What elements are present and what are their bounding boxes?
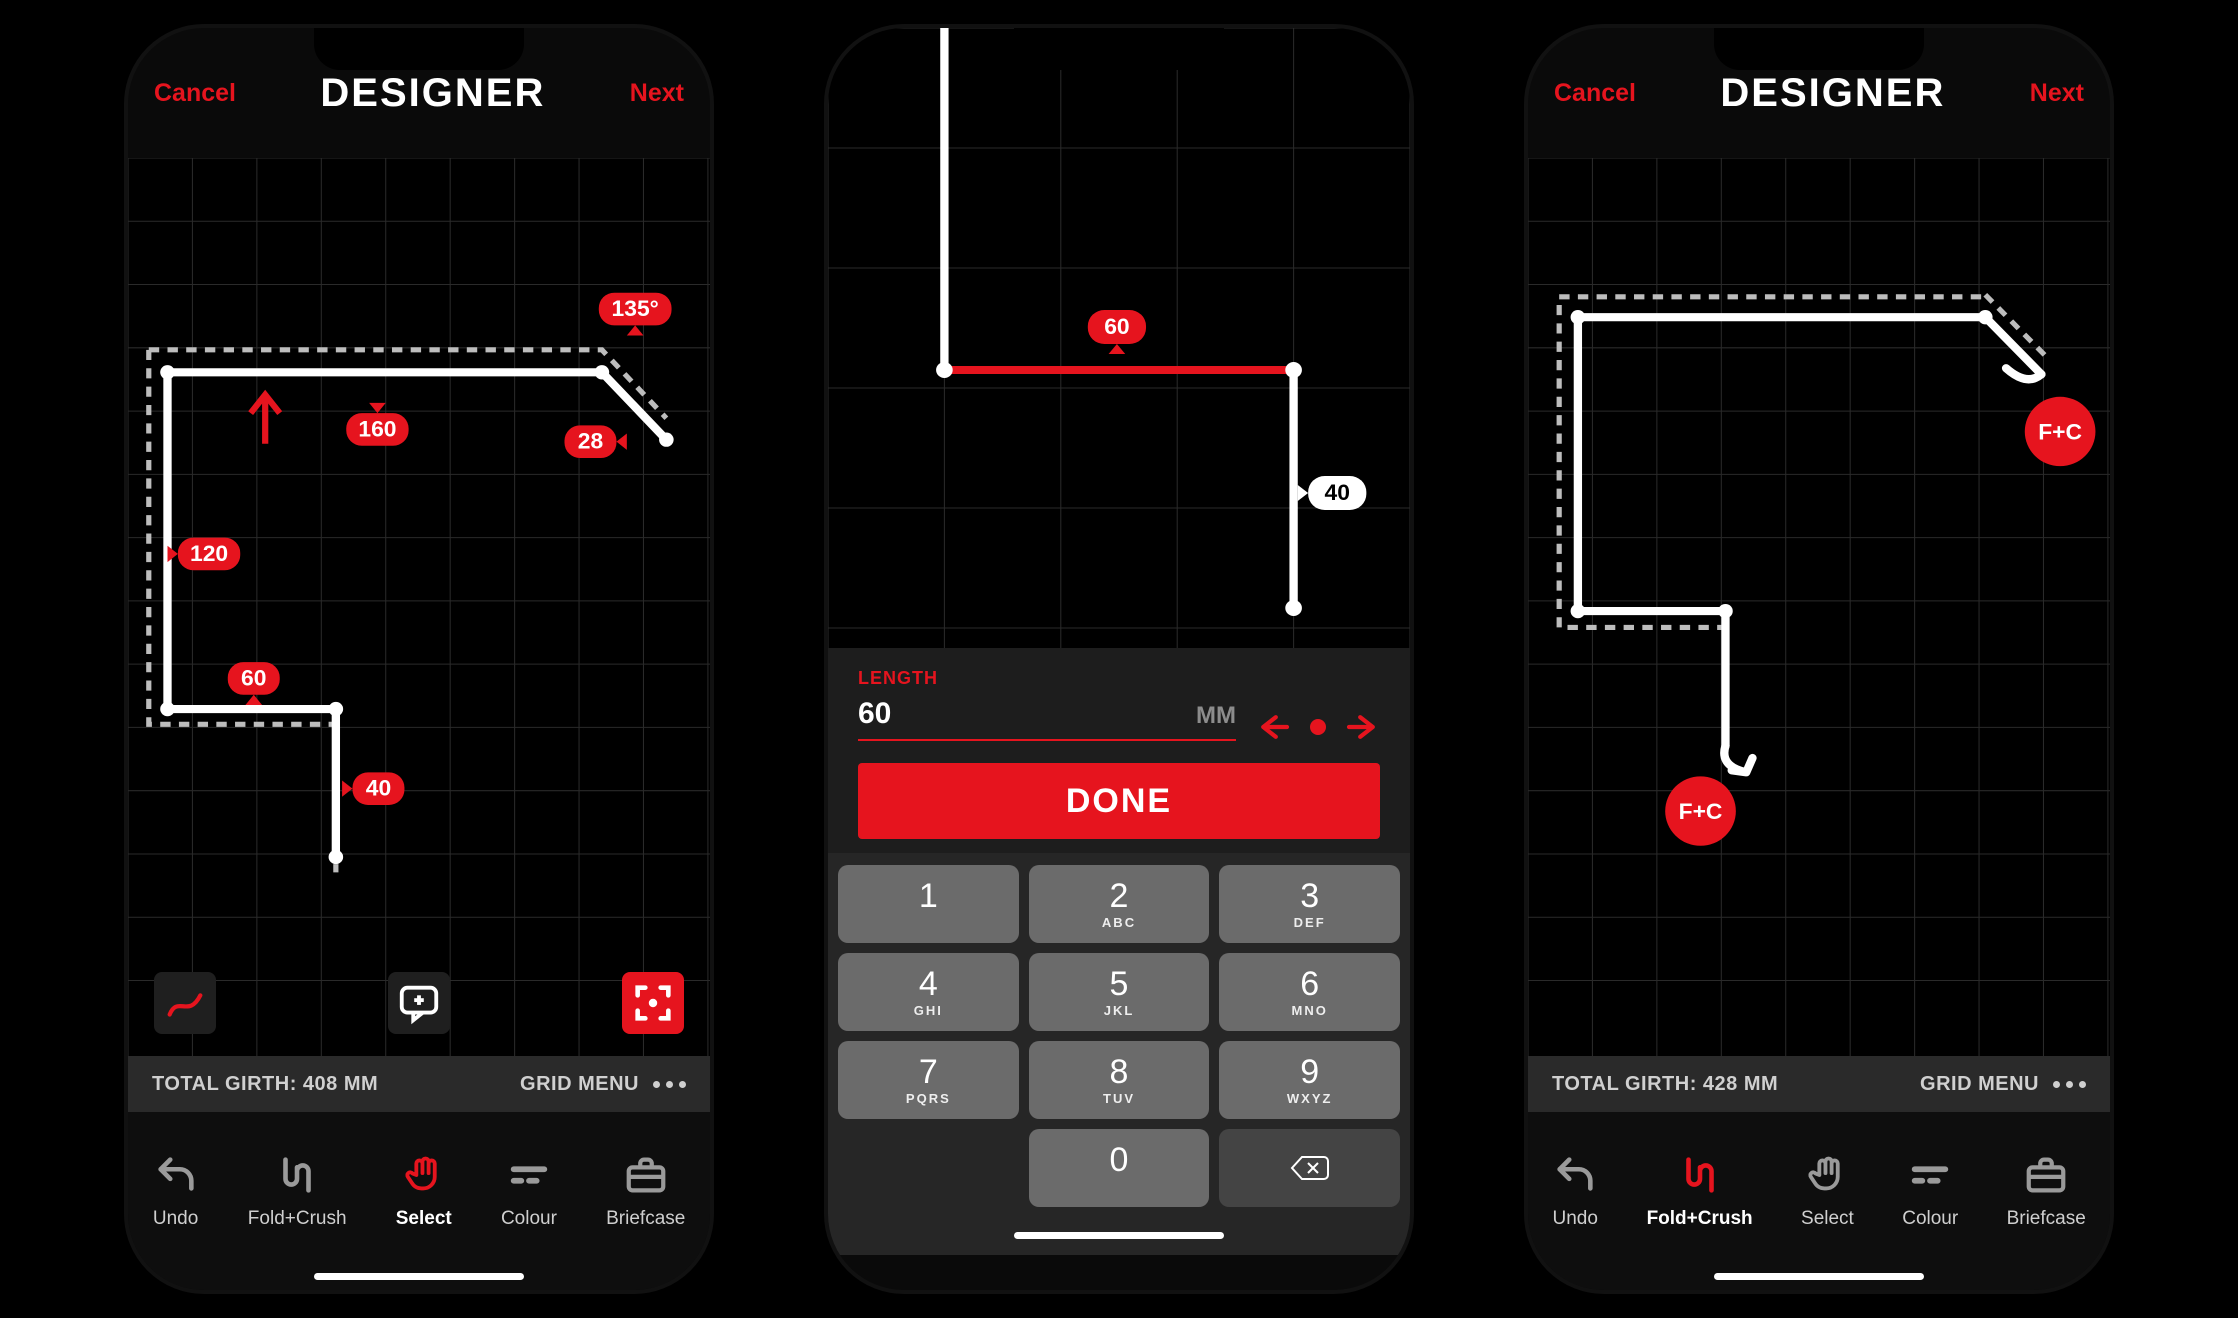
briefcase-icon	[623, 1152, 669, 1198]
svg-text:28: 28	[578, 428, 603, 454]
grid-menu-button[interactable]: GRID MENU	[1920, 1073, 2039, 1096]
backspace-icon	[1290, 1153, 1330, 1183]
length-label: LENGTH	[858, 668, 1236, 689]
bottom-toolbar: Undo Fold+Crush Select Colour Briefcase	[1528, 1112, 2110, 1262]
status-bar: TOTAL GIRTH: 428 MM GRID MENU	[1528, 1056, 2110, 1112]
svg-text:F+C: F+C	[2038, 419, 2082, 445]
segment-indicator-dot	[1310, 719, 1326, 735]
svg-text:40: 40	[366, 775, 391, 801]
toolbar-briefcase[interactable]: Briefcase	[2007, 1152, 2086, 1230]
select-hand-icon	[1804, 1152, 1850, 1198]
phone-length-entry: 60 40 LENGTH 60 MM	[824, 24, 1414, 1294]
cancel-button[interactable]: Cancel	[1554, 79, 1636, 108]
notch	[1014, 28, 1224, 70]
toolbar-select[interactable]: Select	[396, 1152, 452, 1230]
svg-text:135°: 135°	[612, 295, 659, 321]
design-canvas-zoom[interactable]: 60 40	[828, 28, 1410, 648]
toolbar-select[interactable]: Select	[1801, 1152, 1854, 1230]
page-title: DESIGNER	[320, 71, 545, 116]
colour-icon	[1907, 1152, 1953, 1198]
design-canvas[interactable]: F+C F+C	[1528, 158, 2110, 1056]
total-girth-label: TOTAL GIRTH: 408 MM	[152, 1073, 378, 1096]
key-2[interactable]: 2ABC	[1029, 865, 1210, 943]
cancel-button[interactable]: Cancel	[154, 79, 236, 108]
toolbar-undo[interactable]: Undo	[1552, 1152, 1598, 1230]
key-6[interactable]: 6MNO	[1219, 953, 1400, 1031]
numeric-keypad: 1 2ABC 3DEF 4GHI 5JKL 6MNO 7PQRS 8TUV 9W…	[828, 853, 1410, 1215]
toolbar-fold-crush[interactable]: Fold+Crush	[1647, 1152, 1753, 1230]
colour-icon	[506, 1152, 552, 1198]
status-bar: TOTAL GIRTH: 408 MM GRID MENU	[128, 1056, 710, 1112]
length-input-panel: LENGTH 60 MM DONE	[828, 648, 1410, 853]
next-segment-arrow-icon[interactable]	[1346, 713, 1380, 741]
key-backspace[interactable]	[1219, 1129, 1400, 1207]
fold-crush-icon	[274, 1152, 320, 1198]
key-1[interactable]: 1	[838, 865, 1019, 943]
grid-menu-button[interactable]: GRID MENU	[520, 1073, 639, 1096]
add-comment-button[interactable]	[388, 972, 450, 1034]
more-menu-icon[interactable]	[653, 1081, 686, 1088]
length-unit-label: MM	[1196, 702, 1236, 730]
page-title: DESIGNER	[1720, 71, 1945, 116]
svg-text:F+C: F+C	[1679, 798, 1723, 824]
key-5[interactable]: 5JKL	[1029, 953, 1210, 1031]
toolbar-colour[interactable]: Colour	[1902, 1152, 1958, 1230]
total-girth-label: TOTAL GIRTH: 428 MM	[1552, 1073, 1778, 1096]
home-indicator	[128, 1262, 710, 1290]
svg-text:60: 60	[241, 665, 266, 691]
notch	[314, 28, 524, 70]
fold-crush-icon	[1677, 1152, 1723, 1198]
svg-text:160: 160	[358, 416, 396, 442]
svg-text:120: 120	[190, 540, 228, 566]
key-blank	[838, 1129, 1019, 1207]
bottom-toolbar: Undo Fold+Crush Select Colour Briefcase	[128, 1112, 710, 1262]
toolbar-briefcase[interactable]: Briefcase	[606, 1152, 685, 1230]
design-canvas[interactable]: 135° 160 28 120	[128, 158, 710, 1056]
key-3[interactable]: 3DEF	[1219, 865, 1400, 943]
toolbar-undo[interactable]: Undo	[153, 1152, 199, 1230]
home-indicator	[1528, 1262, 2110, 1290]
more-menu-icon[interactable]	[2053, 1081, 2086, 1088]
svg-text:60: 60	[1104, 314, 1129, 339]
freehand-tool-button[interactable]	[154, 972, 216, 1034]
prev-segment-arrow-icon[interactable]	[1256, 713, 1290, 741]
toolbar-colour[interactable]: Colour	[501, 1152, 557, 1230]
next-button[interactable]: Next	[2030, 79, 2084, 108]
key-0[interactable]: 0	[1029, 1129, 1210, 1207]
key-9[interactable]: 9WXYZ	[1219, 1041, 1400, 1119]
key-7[interactable]: 7PQRS	[838, 1041, 1019, 1119]
home-indicator	[828, 1215, 1410, 1255]
recenter-button[interactable]	[622, 972, 684, 1034]
phone-select-mode: Cancel DESIGNER Next	[124, 24, 714, 1294]
length-value-field[interactable]: 60	[858, 697, 891, 731]
done-button[interactable]: DONE	[858, 763, 1380, 839]
phone-fold-crush-mode: Cancel DESIGNER Next	[1524, 24, 2114, 1294]
undo-icon	[153, 1152, 199, 1198]
undo-icon	[1552, 1152, 1598, 1198]
notch	[1714, 28, 1924, 70]
next-button[interactable]: Next	[630, 79, 684, 108]
key-8[interactable]: 8TUV	[1029, 1041, 1210, 1119]
select-hand-icon	[401, 1152, 447, 1198]
key-4[interactable]: 4GHI	[838, 953, 1019, 1031]
briefcase-icon	[2023, 1152, 2069, 1198]
fold-crush-badge-top[interactable]: F+C	[2025, 397, 2096, 466]
svg-text:40: 40	[1325, 480, 1350, 505]
fold-crush-badge-bottom[interactable]: F+C	[1665, 776, 1736, 845]
toolbar-fold-crush[interactable]: Fold+Crush	[248, 1152, 347, 1230]
